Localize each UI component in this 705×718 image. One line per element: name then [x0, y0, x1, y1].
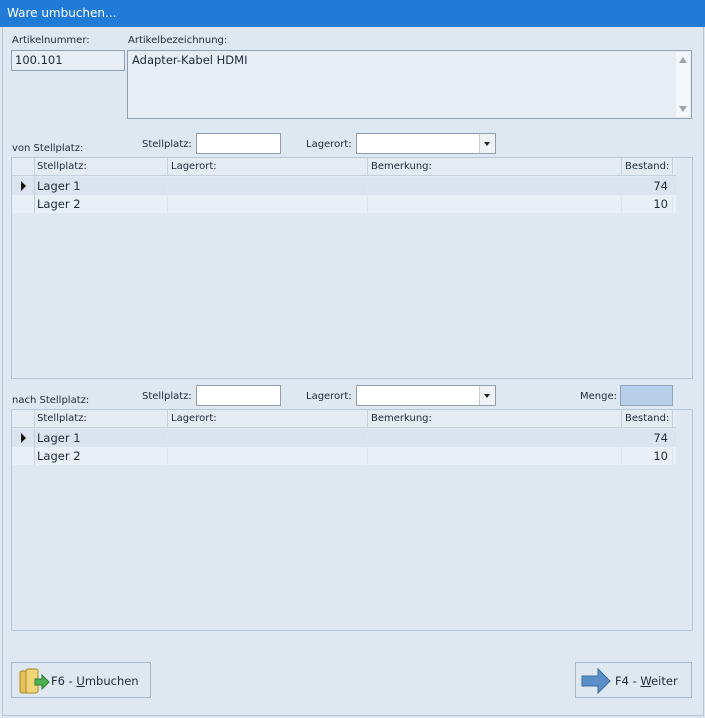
cell-stellplatz: Lager 2 [34, 195, 168, 213]
artikelnummer-label: Artikelnummer: [12, 35, 90, 46]
cell-lagerort [168, 177, 368, 195]
chevron-down-icon[interactable] [479, 386, 495, 405]
row-selector-header [12, 158, 35, 175]
chevron-down-icon[interactable] [479, 134, 495, 153]
column-bemerkung[interactable]: Bemerkung: [368, 158, 622, 175]
row-selector[interactable] [12, 429, 35, 447]
title-bar: Ware umbuchen... [0, 0, 705, 27]
cell-stellplatz: Lager 2 [34, 447, 168, 465]
cell-bestand: 74 [622, 429, 673, 447]
dialog-body: Artikelnummer: 100.101 Artikelbezeichnun… [2, 27, 704, 716]
nach-lagerort-select[interactable] [356, 385, 496, 406]
nach-stellplatz-grid: Stellplatz: Lagerort: Bemerkung: Bestand… [11, 409, 693, 631]
nach-stellplatz-label: Stellplatz: [142, 391, 192, 402]
column-stellplatz[interactable]: Stellplatz: [34, 410, 168, 427]
column-bemerkung[interactable]: Bemerkung: [368, 410, 622, 427]
cell-stellplatz: Lager 1 [34, 429, 168, 447]
row-selector[interactable] [12, 447, 35, 465]
table-row[interactable]: Lager 1 74 [12, 429, 676, 447]
grid-header: Stellplatz: Lagerort: Bemerkung: Bestand… [12, 158, 676, 176]
folder-transfer-icon [19, 668, 50, 694]
column-bestand[interactable]: Bestand: [622, 158, 673, 175]
nach-lagerort-label: Lagerort: [306, 391, 352, 402]
column-bestand[interactable]: Bestand: [622, 410, 673, 427]
cell-bestand: 10 [622, 195, 673, 213]
menge-input[interactable] [620, 385, 673, 406]
von-stellplatz-input[interactable] [196, 133, 281, 154]
column-stellplatz[interactable]: Stellplatz: [34, 158, 168, 175]
cell-bestand: 74 [622, 177, 673, 195]
column-lagerort[interactable]: Lagerort: [168, 158, 368, 175]
row-selector-header [12, 410, 35, 427]
artikelbezeichnung-field[interactable]: Adapter-Kabel HDMI [127, 50, 692, 119]
cell-lagerort [168, 447, 368, 465]
current-row-icon [21, 433, 26, 443]
scroll-down-icon[interactable] [679, 106, 687, 112]
cell-stellplatz: Lager 1 [34, 177, 168, 195]
row-selector[interactable] [12, 195, 35, 213]
artikelbezeichnung-value: Adapter-Kabel HDMI [132, 53, 248, 67]
scroll-up-icon[interactable] [679, 57, 687, 63]
artikelnummer-value: 100.101 [15, 53, 63, 67]
cell-bestand: 10 [622, 447, 673, 465]
von-stellplatz-label: Stellplatz: [142, 139, 192, 150]
description-scrollbar[interactable] [676, 52, 690, 117]
von-stellplatz-grid: Stellplatz: Lagerort: Bemerkung: Bestand… [11, 157, 693, 379]
weiter-button[interactable]: F4 - Weiter [575, 662, 692, 698]
nach-section-label: nach Stellplatz: [12, 395, 90, 406]
table-row[interactable]: Lager 1 74 [12, 177, 676, 195]
arrow-right-icon [581, 667, 611, 695]
artikelbezeichnung-label: Artikelbezeichnung: [128, 35, 228, 46]
cell-lagerort [168, 429, 368, 447]
column-lagerort[interactable]: Lagerort: [168, 410, 368, 427]
menge-label: Menge: [580, 391, 617, 402]
current-row-icon [21, 181, 26, 191]
von-lagerort-select[interactable] [356, 133, 496, 154]
table-row[interactable]: Lager 2 10 [12, 195, 676, 213]
window-title: Ware umbuchen... [7, 6, 117, 20]
umbuchen-button[interactable]: F6 - Umbuchen [11, 662, 151, 698]
cell-bemerkung [368, 429, 622, 447]
nach-stellplatz-input[interactable] [196, 385, 281, 406]
cell-bemerkung [368, 177, 622, 195]
table-row[interactable]: Lager 2 10 [12, 447, 676, 465]
weiter-button-label: F4 - Weiter [615, 674, 678, 688]
cell-bemerkung [368, 195, 622, 213]
grid-header: Stellplatz: Lagerort: Bemerkung: Bestand… [12, 410, 676, 428]
von-lagerort-label: Lagerort: [306, 139, 352, 150]
cell-lagerort [168, 195, 368, 213]
von-section-label: von Stellplatz: [12, 143, 84, 154]
umbuchen-button-label: F6 - Umbuchen [51, 674, 139, 688]
cell-bemerkung [368, 447, 622, 465]
artikelnummer-field[interactable]: 100.101 [11, 50, 125, 71]
row-selector[interactable] [12, 177, 35, 195]
